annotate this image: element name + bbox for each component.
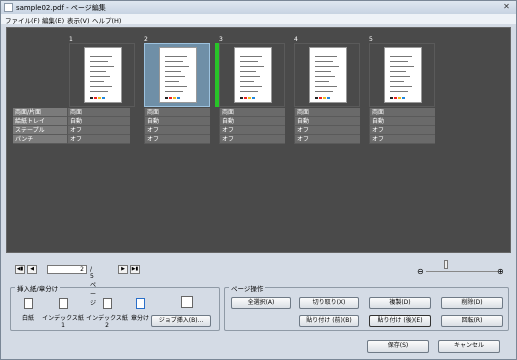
save-button[interactable]: 保存(S) [367, 340, 429, 353]
prop-value: オフ [144, 126, 210, 135]
blank-page-icon [23, 298, 33, 309]
prop-value: 自動 [219, 117, 285, 126]
page-number: 2 [144, 36, 148, 43]
prop-label: パンチ [13, 135, 67, 144]
job-insert-button[interactable]: ジョブ挿入(B)... [151, 315, 211, 327]
menu-view[interactable]: 表示(V) [67, 15, 90, 25]
page-thumbnail [234, 47, 272, 103]
index-page-icon [102, 298, 112, 309]
zoom-slider-track[interactable] [426, 271, 498, 272]
page-frame [69, 43, 135, 107]
cut-button[interactable]: 切り取り(X) [299, 297, 359, 309]
prop-value: オフ [67, 126, 130, 135]
table-row: パンチ オフ [13, 135, 130, 144]
zoom-control: ⊖ ⊕ [417, 259, 507, 279]
prop-value: 両面 [369, 108, 435, 117]
prop-value: オフ [369, 135, 435, 144]
prop-value: 自動 [144, 117, 210, 126]
index-page-icon [58, 298, 68, 309]
prop-value: 両面 [219, 108, 285, 117]
page-properties-5: 両面 自動 オフ オフ [369, 108, 435, 144]
job-insert-icon [181, 296, 193, 308]
page-thumbnail [159, 47, 197, 103]
menu-bar: ファイル(F) 編集(E) 表示(V) ヘルプ(H) [1, 14, 516, 25]
page-number: 1 [69, 36, 73, 43]
prop-value: 自動 [67, 117, 130, 126]
group-title: 挿入紙/章分け [15, 283, 61, 293]
page-thumbnail [84, 47, 122, 103]
page-properties-2: 両面 自動 オフ オフ [144, 108, 210, 144]
page-number: 4 [294, 36, 298, 43]
select-all-button[interactable]: 全選択(A) [231, 297, 291, 309]
prop-value: オフ [294, 126, 360, 135]
page-number: 3 [219, 36, 223, 43]
menu-file[interactable]: ファイル(F) [5, 15, 40, 25]
zoom-out-icon[interactable]: ⊖ [417, 267, 424, 276]
group-title: ページ操作 [229, 283, 266, 293]
duplicate-button[interactable]: 複製(D) [369, 297, 431, 309]
table-row: ステープル オフ [13, 126, 130, 135]
app-icon [4, 3, 13, 12]
prop-value: オフ [67, 135, 130, 144]
page-thumbnail [384, 47, 422, 103]
zoom-in-icon[interactable]: ⊕ [497, 267, 504, 276]
page-frame [294, 43, 360, 107]
delete-button[interactable]: 削除(D) [441, 297, 503, 309]
prop-label: ステープル [13, 126, 67, 135]
cancel-button[interactable]: キャンセル [438, 340, 500, 353]
last-page-button[interactable]: ▶▮ [130, 265, 140, 274]
page-number: 5 [369, 36, 373, 43]
prop-label: 給紙トレイ [13, 117, 67, 126]
page-canvas[interactable]: 1 2 3 4 5 両面/片面 両面 給紙トレイ 自動 ステープル オフ パンチ… [6, 27, 511, 253]
window-title: sample02.pdf - ページ編集 [16, 4, 106, 12]
index-sheet2-tool[interactable]: インデックス紙2 [85, 298, 129, 329]
page-frame-selected [144, 43, 210, 107]
page-properties-3: 両面 自動 オフ オフ [219, 108, 285, 144]
prop-value: 両面 [294, 108, 360, 117]
page-frame [219, 43, 285, 107]
paste-before-button[interactable]: 貼り付け (前)(B) [299, 315, 359, 327]
table-row: 両面/片面 両面 [13, 108, 130, 117]
page-operations-group: ページ操作 全選択(A) 切り取り(X) 複製(D) 削除(D) 貼り付け (前… [224, 283, 509, 331]
page-properties-4: 両面 自動 オフ オフ [294, 108, 360, 144]
menu-help[interactable]: ヘルプ(H) [92, 15, 121, 25]
next-page-button[interactable]: ▶ [118, 265, 128, 274]
prop-value: 自動 [294, 117, 360, 126]
blank-sheet-tool[interactable]: 白紙 [15, 298, 41, 322]
prop-value: オフ [219, 135, 285, 144]
prop-value: オフ [294, 135, 360, 144]
page-number-input[interactable]: 2 [47, 265, 87, 274]
zoom-slider-handle[interactable] [444, 260, 448, 269]
chapter-split-tool[interactable]: 章分け [129, 298, 151, 322]
page-properties-table: 両面/片面 両面 給紙トレイ 自動 ステープル オフ パンチ オフ [13, 108, 130, 144]
chapter-icon [135, 298, 145, 309]
prop-value: オフ [369, 126, 435, 135]
prop-label: 両面/片面 [13, 108, 67, 117]
page-frame [369, 43, 435, 107]
prop-value: 両面 [67, 108, 130, 117]
table-row: 給紙トレイ 自動 [13, 117, 130, 126]
prop-value: オフ [219, 126, 285, 135]
prop-value: 自動 [369, 117, 435, 126]
prop-value: オフ [144, 135, 210, 144]
rotate-button[interactable]: 回転(R) [441, 315, 503, 327]
menu-edit[interactable]: 編集(E) [42, 15, 64, 25]
prop-value: 両面 [144, 108, 210, 117]
paste-after-button[interactable]: 貼り付け (後)(E) [369, 315, 431, 327]
prev-page-button[interactable]: ◀ [27, 265, 37, 274]
index-sheet1-tool[interactable]: インデックス紙1 [41, 298, 85, 329]
insert-group: 挿入紙/章分け 白紙 インデックス紙1 インデックス紙2 章分け ジョブ挿入(B… [10, 283, 220, 331]
app-window: sample02.pdf - ページ編集 ✕ ファイル(F) 編集(E) 表示(… [0, 0, 517, 360]
page-thumbnail [309, 47, 347, 103]
close-icon[interactable]: ✕ [501, 2, 512, 12]
title-bar: sample02.pdf - ページ編集 ✕ [1, 1, 516, 14]
first-page-button[interactable]: ◀▮ [15, 265, 25, 274]
